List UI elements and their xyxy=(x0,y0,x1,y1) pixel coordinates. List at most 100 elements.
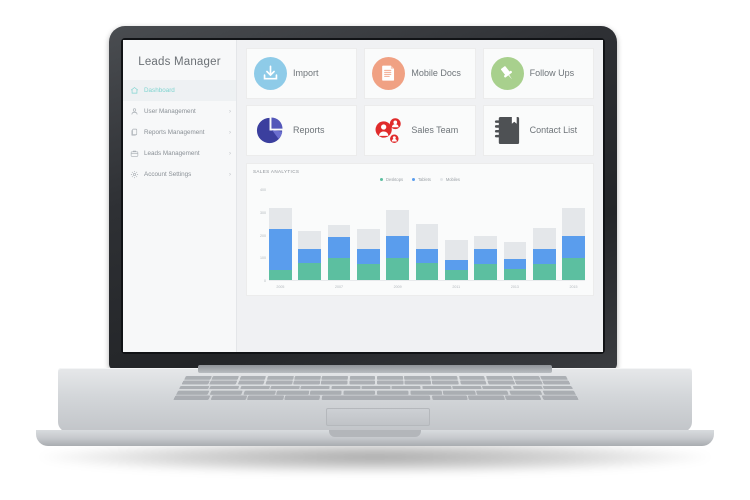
bar-column[interactable] xyxy=(298,190,322,280)
home-icon xyxy=(130,87,139,94)
keyboard-key xyxy=(242,390,276,395)
sidebar-item-account-settings[interactable]: Account Settings › xyxy=(123,164,236,185)
card-contact-list[interactable]: Contact List xyxy=(482,105,594,156)
document-icon xyxy=(382,65,395,81)
legend-swatch xyxy=(439,177,444,182)
keyboard-key xyxy=(542,385,574,390)
x-tick-label: 2011 xyxy=(452,285,461,289)
keyboard-key xyxy=(276,390,309,395)
card-follow-ups[interactable]: Follow Ups xyxy=(482,48,594,99)
x-tick-label: 2013 xyxy=(510,285,519,289)
app-title: Leads Manager xyxy=(138,56,221,68)
keyboard-key xyxy=(476,390,509,395)
keyboard-key xyxy=(320,380,348,385)
download-icon xyxy=(263,65,278,80)
keyboard-deck xyxy=(58,365,692,432)
bar-segment-desktops xyxy=(298,263,322,280)
keyboard-key xyxy=(391,385,421,390)
bar-column[interactable] xyxy=(269,190,292,280)
keyboard-key xyxy=(349,376,376,380)
sidebar-item-label: User Management xyxy=(144,108,196,115)
chevron-right-icon: › xyxy=(229,171,231,178)
card-import[interactable]: Import xyxy=(246,48,358,99)
y-tick-label: 400 xyxy=(260,188,266,192)
keyboard-key xyxy=(176,390,210,395)
gear-icon xyxy=(130,170,139,179)
legend-item-mobiles[interactable]: Mobiles xyxy=(439,177,460,182)
keyboard-key xyxy=(247,395,284,400)
card-reports[interactable]: Reports xyxy=(246,105,358,156)
keyboard-key xyxy=(293,380,321,385)
keyboard-key xyxy=(331,385,361,390)
bar-segment-tablets xyxy=(327,237,351,258)
card-label: Mobile Docs xyxy=(411,68,461,79)
bar-segment-mobiles xyxy=(415,223,439,249)
keyboard-key xyxy=(509,390,543,395)
bar-segment-mobiles xyxy=(444,239,468,260)
bar-column[interactable] xyxy=(503,190,527,280)
sidebar-item-label: Account Settings xyxy=(144,171,192,178)
legend-item-desktops[interactable]: Desktops xyxy=(380,177,403,182)
keyboard-key xyxy=(209,380,238,385)
x-tick-label xyxy=(533,282,556,292)
bar-column[interactable] xyxy=(386,190,409,280)
keyboard-key xyxy=(442,390,476,395)
trackpad[interactable] xyxy=(326,408,430,426)
keyboard-row xyxy=(178,385,574,390)
keyboard-key xyxy=(376,390,409,395)
keyboard-key xyxy=(173,395,211,400)
legend-label: Desktops xyxy=(385,177,404,182)
y-tick-label: 200 xyxy=(260,233,266,238)
sidebar-item-dashboard[interactable]: Dashboard xyxy=(123,80,236,101)
chart-y-axis: 0 100 200 300 400 xyxy=(253,188,268,283)
card-label: Follow Ups xyxy=(529,68,575,79)
bar-segment-desktops xyxy=(444,269,468,280)
sidebar-item-reports-management[interactable]: Reports Management › xyxy=(123,122,236,143)
keyboard-key xyxy=(184,376,212,380)
bar-segment-desktops xyxy=(532,264,556,280)
bar-column[interactable] xyxy=(356,190,380,280)
bar-column[interactable] xyxy=(444,190,468,280)
legend-item-tablets[interactable]: Tablets xyxy=(412,177,431,182)
bar-segment-tablets xyxy=(356,248,380,265)
bar-segment-tablets xyxy=(269,229,292,270)
keyboard-key xyxy=(421,385,452,390)
user-icon xyxy=(131,108,138,115)
bar-segment-desktops xyxy=(386,257,409,280)
bar-segment-mobiles xyxy=(474,236,497,249)
keyboard-key xyxy=(309,390,343,395)
bar-segment-tablets xyxy=(444,259,468,270)
bar-column[interactable] xyxy=(327,190,351,280)
keyboard-key xyxy=(284,395,321,400)
screen: Leads Manager Dashboard User Management xyxy=(123,40,603,352)
keyboard-key xyxy=(458,376,486,380)
bar-segment-tablets xyxy=(474,248,497,265)
bar-segment-tablets xyxy=(503,258,527,269)
mobile-docs-icon-badge xyxy=(372,57,406,90)
card-sales-team[interactable]: Sales Team xyxy=(364,105,476,156)
bar-segment-tablets xyxy=(415,248,439,264)
bar-column[interactable] xyxy=(532,190,556,280)
keyboard xyxy=(173,376,579,400)
keyboard-key xyxy=(409,390,443,395)
sidebar-item-label: Leads Management xyxy=(144,150,200,157)
bar-segment-mobiles xyxy=(532,228,556,249)
chart-title: SALES ANALYTICS xyxy=(253,169,300,174)
card-mobile-docs[interactable]: Mobile Docs xyxy=(364,48,476,99)
sidebar-item-leads-management[interactable]: Leads Management › xyxy=(123,143,236,164)
bar-column[interactable] xyxy=(562,190,585,280)
x-tick-label: 2005 xyxy=(276,285,285,289)
keyboard-key xyxy=(513,376,541,380)
keyboard-key xyxy=(482,385,513,390)
bar-segment-tablets xyxy=(298,248,322,264)
keyboard-key xyxy=(266,376,294,380)
bar-segment-mobiles xyxy=(386,210,409,237)
legend-label: Tablets xyxy=(417,177,431,182)
bar-column[interactable] xyxy=(415,190,439,280)
sidebar-item-user-management[interactable]: User Management › xyxy=(123,101,236,122)
bar-column[interactable] xyxy=(474,190,497,280)
card-label: Sales Team xyxy=(411,125,459,136)
card-label: Contact List xyxy=(529,125,578,136)
bar-segment-desktops xyxy=(269,269,292,280)
x-tick-label xyxy=(416,282,439,292)
